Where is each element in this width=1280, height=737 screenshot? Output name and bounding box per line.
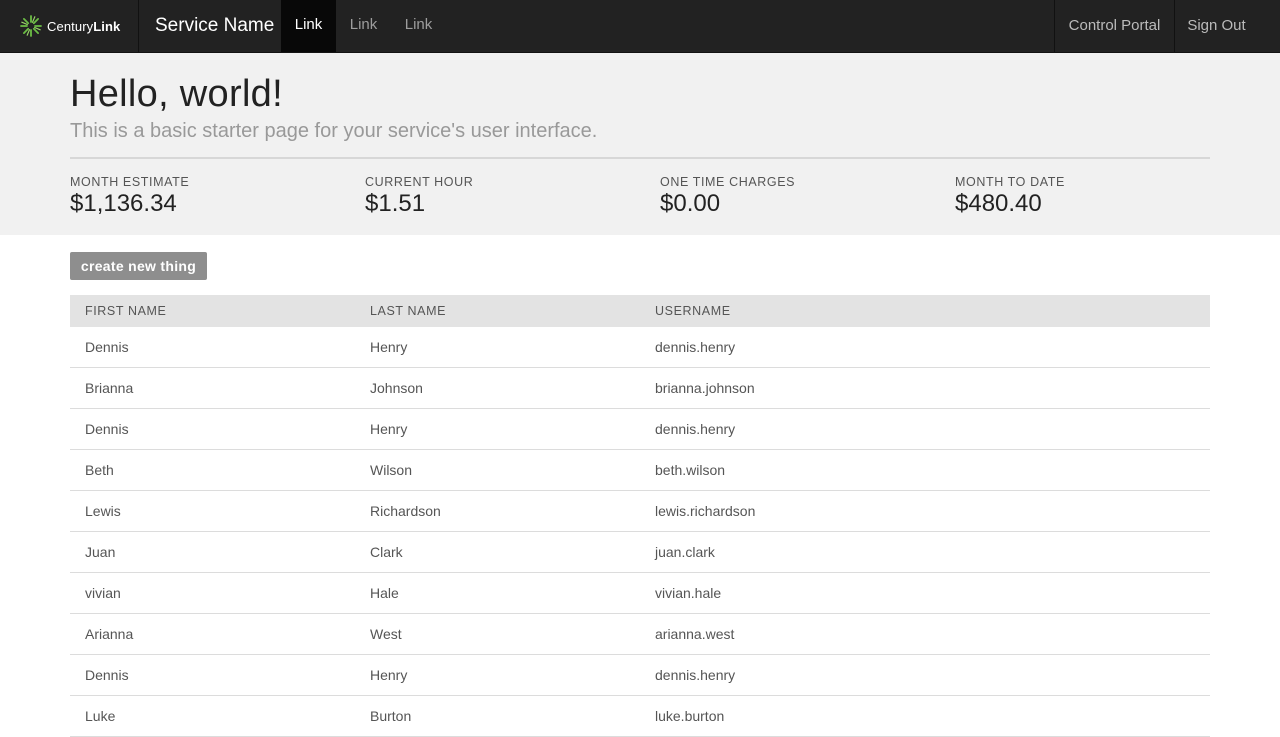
column-header-first-name[interactable]: FIRST NAME: [85, 295, 166, 327]
cell-username: brianna.johnson: [655, 380, 755, 396]
stat-value: $1,136.34: [70, 190, 177, 217]
table-row[interactable]: Arianna West arianna.west: [70, 614, 1210, 655]
service-name[interactable]: Service Name: [155, 0, 274, 52]
cell-last-name: Hale: [370, 585, 399, 601]
table-row[interactable]: Dennis Henry dennis.henry: [70, 327, 1210, 368]
cell-first-name: Beth: [85, 462, 114, 478]
top-navbar: CenturyLink Service Name Link Link Link …: [0, 0, 1280, 53]
sign-out-link[interactable]: Sign Out: [1174, 0, 1258, 52]
brand-name: CenturyLink: [47, 18, 121, 34]
cell-last-name: Henry: [370, 339, 408, 355]
table-row[interactable]: Lewis Richardson lewis.richardson: [70, 491, 1210, 532]
centurylink-burst-icon: [20, 15, 42, 37]
stat-label: MONTH TO DATE: [955, 175, 1065, 189]
stat-label: MONTH ESTIMATE: [70, 175, 190, 189]
nav-link-2[interactable]: Link: [336, 0, 391, 52]
cell-last-name: Richardson: [370, 503, 441, 519]
cell-username: lewis.richardson: [655, 503, 756, 519]
cell-username: beth.wilson: [655, 462, 726, 478]
table-row[interactable]: Dennis Henry dennis.henry: [70, 655, 1210, 696]
table-row[interactable]: Luke Burton luke.burton: [70, 696, 1210, 737]
cell-first-name: Lewis: [85, 503, 121, 519]
cell-username: arianna.west: [655, 626, 735, 642]
table-row[interactable]: Brianna Johnson brianna.johnson: [70, 368, 1210, 409]
cell-last-name: Johnson: [370, 380, 423, 396]
cell-username: dennis.henry: [655, 339, 736, 355]
stat-label: CURRENT HOUR: [365, 175, 474, 189]
cell-username: luke.burton: [655, 708, 725, 724]
cell-first-name: Arianna: [85, 626, 134, 642]
table-row[interactable]: Juan Clark juan.clark: [70, 532, 1210, 573]
hero-section: Hello, world! This is a basic starter pa…: [0, 53, 1280, 235]
cell-first-name: vivian: [85, 585, 121, 601]
stat-month-to-date: MONTH TO DATE $480.40: [955, 175, 1065, 218]
brand-logo[interactable]: CenturyLink: [0, 0, 139, 52]
stat-month-estimate: MONTH ESTIMATE $1,136.34: [70, 175, 189, 218]
cell-first-name: Dennis: [85, 667, 129, 683]
cell-username: dennis.henry: [655, 667, 736, 683]
cell-first-name: Luke: [85, 708, 116, 724]
stat-value: $1.51: [365, 190, 426, 217]
cell-last-name: Henry: [370, 667, 408, 683]
table-row[interactable]: vivian Hale vivian.hale: [70, 573, 1210, 614]
control-portal-link[interactable]: Control Portal: [1054, 0, 1174, 52]
cell-first-name: Juan: [85, 544, 116, 560]
table-body: Dennis Henry dennis.henry Brianna Johnson bri…: [70, 327, 1210, 737]
column-header-username[interactable]: USERNAME: [655, 295, 731, 327]
cell-first-name: Dennis: [85, 339, 129, 355]
cell-first-name: Dennis: [85, 421, 129, 437]
page-subtitle: This is a basic starter page for your se…: [70, 120, 598, 142]
column-header-last-name[interactable]: LAST NAME: [370, 295, 446, 327]
table-header: FIRST NAME LAST NAME USERNAME: [70, 295, 1210, 327]
cell-username: juan.clark: [655, 544, 715, 560]
cell-last-name: Burton: [370, 708, 412, 724]
cell-last-name: Wilson: [370, 462, 413, 478]
cell-last-name: Henry: [370, 421, 408, 437]
table-row[interactable]: Beth Wilson beth.wilson: [70, 450, 1210, 491]
stat-label: ONE TIME CHARGES: [660, 175, 796, 189]
nav-link-1[interactable]: Link: [281, 0, 336, 52]
cell-username: dennis.henry: [655, 421, 736, 437]
cell-last-name: Clark: [370, 544, 403, 560]
cell-username: vivian.hale: [655, 585, 722, 601]
users-table: FIRST NAME LAST NAME USERNAME Dennis Henr…: [70, 295, 1210, 737]
nav-link-3[interactable]: Link: [391, 0, 446, 52]
stat-value: $480.40: [955, 190, 1042, 217]
stat-one-time-charges: ONE TIME CHARGES $0.00: [660, 175, 795, 218]
page-title: Hello, world!: [70, 73, 283, 115]
create-new-thing-button[interactable]: create new thing: [70, 252, 207, 280]
hero-divider: [70, 157, 1210, 159]
stat-value: $0.00: [660, 190, 721, 217]
cell-first-name: Brianna: [85, 380, 134, 396]
stat-current-hour: CURRENT HOUR $1.51: [365, 175, 473, 218]
table-row[interactable]: Dennis Henry dennis.henry: [70, 409, 1210, 450]
cell-last-name: West: [370, 626, 402, 642]
